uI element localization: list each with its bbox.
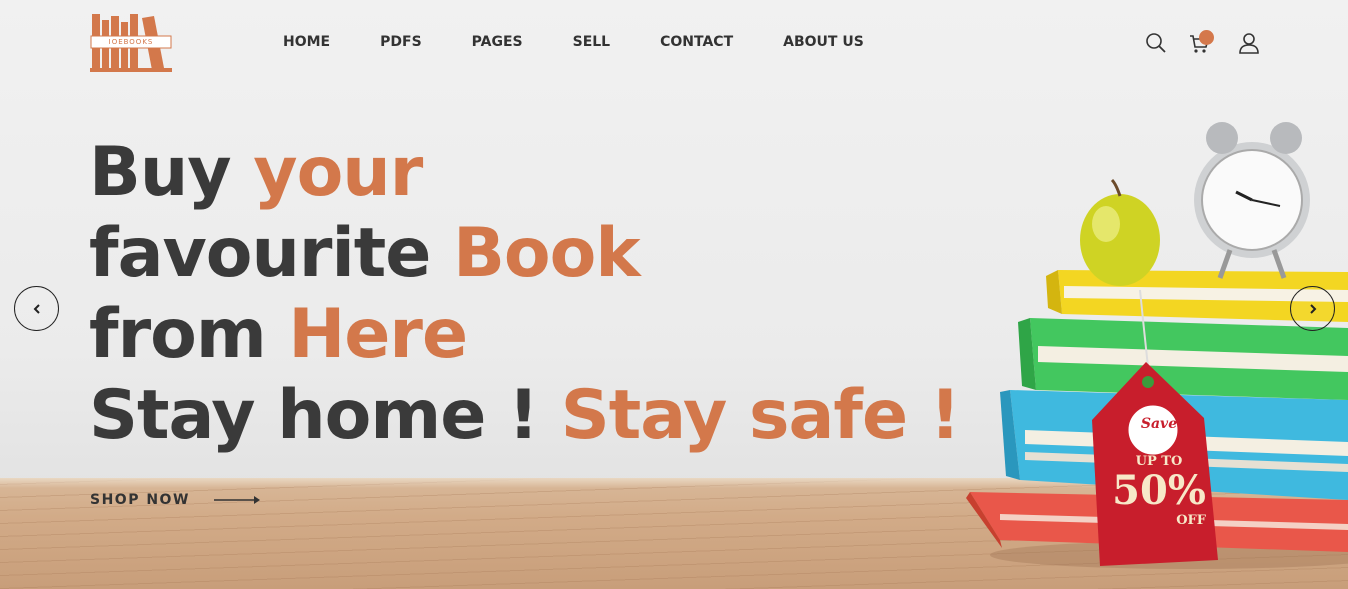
- hero-line-2: favourite Book: [89, 213, 960, 294]
- chevron-left-icon: [33, 303, 40, 314]
- hero-line-2-accent: Book: [453, 214, 640, 293]
- logo-text: IOEBOOKS: [108, 38, 154, 46]
- slider-prev-button[interactable]: [14, 286, 59, 331]
- shop-now-button[interactable]: SHOP NOW: [90, 490, 260, 510]
- nav-home[interactable]: HOME: [283, 31, 330, 53]
- promo-save-label: Save: [1140, 416, 1178, 432]
- nav-about-us[interactable]: ABOUT US: [783, 31, 864, 53]
- site-logo[interactable]: IOEBOOKS: [90, 12, 172, 72]
- nav-pdfs[interactable]: PDFS: [380, 31, 422, 53]
- hero-line-1-dark: Buy: [89, 133, 254, 212]
- search-icon[interactable]: [1144, 31, 1168, 55]
- hero-line-4: Stay home ! Stay safe !: [89, 375, 961, 456]
- chevron-right-icon: [1309, 303, 1316, 314]
- hero-line-4-accent: Stay safe !: [560, 376, 961, 455]
- hero-line-1-accent: your: [253, 133, 423, 212]
- hero-line-2-dark: favourite: [89, 214, 454, 293]
- nav-sell[interactable]: SELL: [573, 31, 611, 53]
- shop-now-label: SHOP NOW: [90, 492, 190, 508]
- nav-pages[interactable]: PAGES: [472, 31, 523, 53]
- slider-next-button[interactable]: [1290, 286, 1335, 331]
- promo-tag: Save UP TO 50% OFF: [1100, 412, 1218, 562]
- promo-percent-label: 50%: [1112, 467, 1206, 514]
- promo-off-label: OFF: [1176, 513, 1206, 528]
- hero-line-4-dark: Stay home !: [89, 376, 561, 455]
- main-nav: HOME PDFS PAGES SELL CONTACT ABOUT US: [258, 31, 914, 53]
- hero-line-3-accent: Here: [288, 295, 468, 374]
- hero-line-3-dark: from: [89, 295, 289, 374]
- nav-contact[interactable]: CONTACT: [660, 31, 733, 53]
- arrow-right-icon: [213, 496, 260, 504]
- hero-line-3: from Here: [89, 294, 960, 375]
- user-icon[interactable]: [1237, 31, 1261, 55]
- cart-count-badge: [1199, 30, 1214, 45]
- hero-line-1: Buy your: [89, 132, 960, 213]
- hero-headline: Buy your favourite Book from Here Stay h…: [89, 132, 961, 456]
